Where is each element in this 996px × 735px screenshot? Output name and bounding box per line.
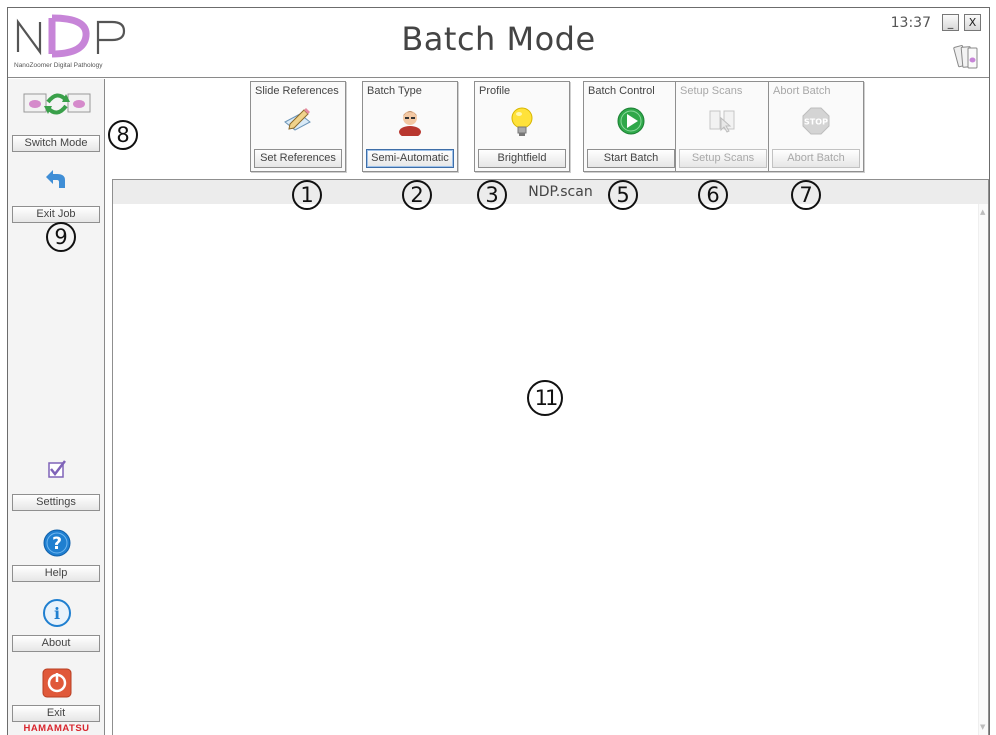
panel-title: Profile [479, 85, 511, 97]
callout-11: 11 [527, 380, 563, 416]
scan-content-area[interactable]: NDP.scan ▲ ▼ [112, 179, 989, 735]
brightfield-button[interactable]: Brightfield [478, 149, 566, 168]
person-icon [363, 106, 457, 136]
callout-1: 1 [292, 180, 322, 210]
abort-batch-button[interactable]: Abort Batch [772, 149, 860, 168]
panel-slide-references: Slide References Set References [250, 81, 346, 172]
scroll-up-icon[interactable]: ▲ [980, 208, 985, 216]
panel-setup-scans: Setup Scans Setup Scans [675, 81, 771, 172]
lightbulb-icon [475, 106, 569, 138]
about-button[interactable]: About [12, 635, 100, 652]
switch-mode-button[interactable]: Switch Mode [12, 135, 100, 152]
close-button[interactable]: X [964, 14, 981, 31]
play-icon [584, 106, 678, 136]
help-icon[interactable]: ? [8, 528, 105, 558]
set-references-button[interactable]: Set References [254, 149, 342, 168]
start-batch-button[interactable]: Start Batch [587, 149, 675, 168]
callout-2: 2 [402, 180, 432, 210]
panel-title: Batch Control [588, 85, 655, 97]
page-title: Batch Mode [401, 20, 596, 58]
header-bar: NanoZoomer Digital Pathology Batch Mode … [8, 8, 989, 78]
exit-job-icon[interactable] [8, 170, 105, 192]
settings-button[interactable]: Settings [12, 494, 100, 511]
panel-title: Batch Type [367, 85, 422, 97]
setup-scans-button[interactable]: Setup Scans [679, 149, 767, 168]
power-icon[interactable] [8, 668, 105, 698]
switch-mode-icon[interactable] [8, 88, 105, 120]
panel-title: Abort Batch [773, 85, 831, 97]
svg-text:?: ? [52, 534, 62, 554]
callout-9: 9 [46, 222, 76, 252]
callout-3: 3 [477, 180, 507, 210]
stop-icon: STOP [769, 106, 863, 136]
setup-scans-icon [676, 106, 770, 134]
content-title: NDP.scan [528, 184, 593, 200]
logo-subtitle: NanoZoomer Digital Pathology [14, 62, 103, 69]
panel-batch-control: Batch Control Start Batch [583, 81, 679, 172]
scroll-down-icon[interactable]: ▼ [980, 723, 985, 731]
callout-6: 6 [698, 180, 728, 210]
svg-text:STOP: STOP [804, 118, 828, 127]
panel-title: Slide References [255, 85, 339, 97]
panel-profile: Profile Brightfield [474, 81, 570, 172]
exit-button[interactable]: Exit [12, 705, 100, 722]
svg-text:i: i [53, 604, 59, 623]
about-icon[interactable]: i [8, 598, 105, 628]
settings-icon[interactable] [8, 458, 105, 480]
help-button[interactable]: Help [12, 565, 100, 582]
panel-title: Setup Scans [680, 85, 743, 97]
sidebar: Switch Mode Exit Job Settings ? Help i A… [8, 79, 105, 735]
callout-8: 8 [108, 120, 138, 150]
vertical-scrollbar[interactable]: ▲ ▼ [978, 204, 988, 735]
panel-batch-type: Batch Type Semi-Automatic [362, 81, 458, 172]
slides-stack-icon[interactable] [953, 44, 981, 70]
callout-7: 7 [791, 180, 821, 210]
content-header: NDP.scan [113, 180, 988, 204]
clock: 13:37 [890, 15, 931, 31]
minimize-button[interactable]: _ [942, 14, 959, 31]
semi-automatic-button[interactable]: Semi-Automatic [366, 149, 454, 168]
app-window: NanoZoomer Digital Pathology Batch Mode … [7, 7, 990, 735]
slide-pencil-icon [251, 106, 345, 134]
hamamatsu-logo: HAMAMATSU [23, 723, 90, 734]
panel-abort-batch: Abort Batch STOP Abort Batch [768, 81, 864, 172]
exit-job-button[interactable]: Exit Job [12, 206, 100, 223]
callout-5: 5 [608, 180, 638, 210]
